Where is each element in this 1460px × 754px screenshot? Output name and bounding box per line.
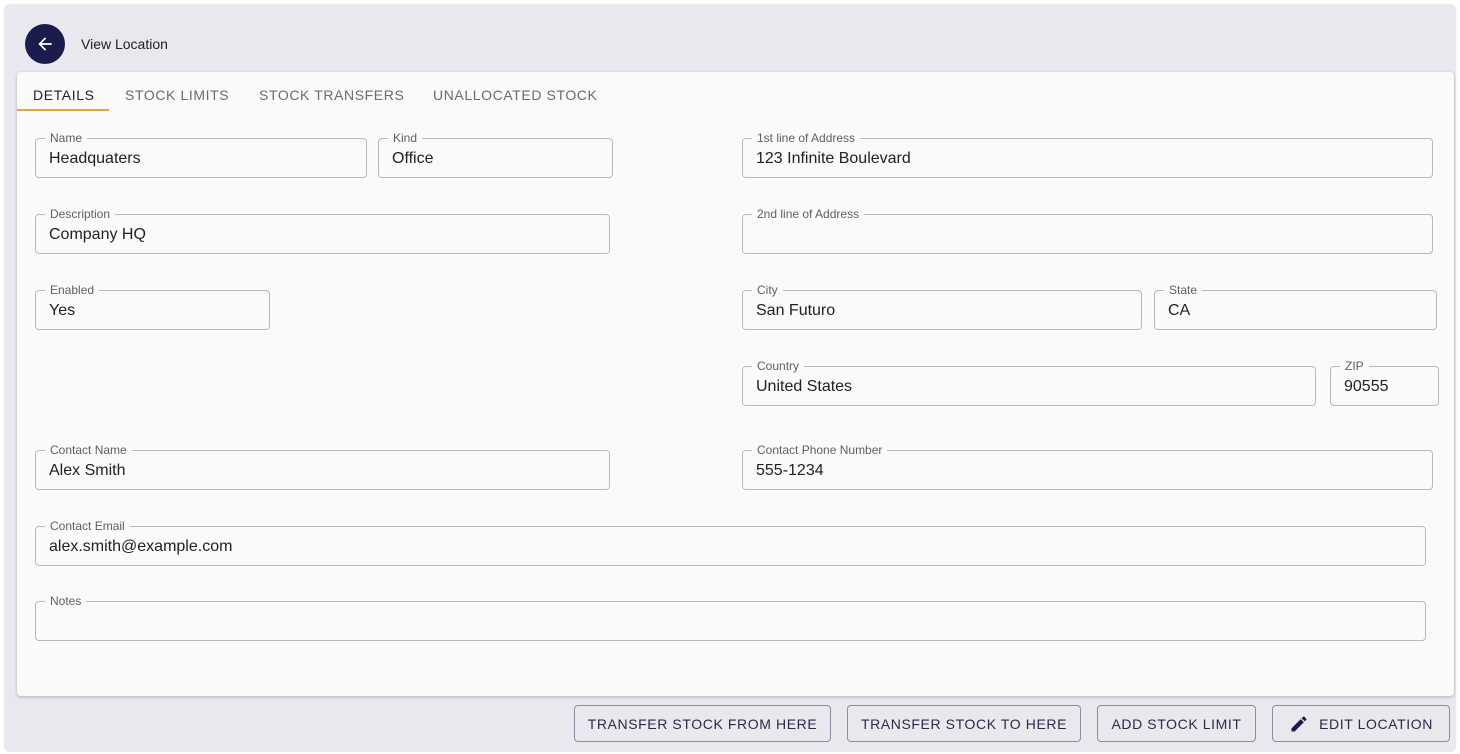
- contact-email-field[interactable]: Contact Email alex.smith@example.com: [35, 519, 1426, 566]
- state-value: CA: [1168, 302, 1191, 319]
- edit-location-label: EDIT LOCATION: [1319, 715, 1433, 732]
- state-label: State: [1164, 283, 1203, 297]
- contact-name-value: Alex Smith: [49, 462, 126, 479]
- name-value: Headquaters: [49, 150, 141, 167]
- transfer-to-label: TRANSFER STOCK TO HERE: [860, 715, 1068, 732]
- country-value: United States: [756, 378, 853, 395]
- city-label: City: [752, 283, 783, 297]
- description-field[interactable]: Description Company HQ: [35, 207, 610, 254]
- state-field[interactable]: State CA: [1154, 283, 1437, 330]
- enabled-field[interactable]: Enabled Yes: [35, 283, 270, 330]
- address-line1-value: 123 Infinite Boulevard: [756, 150, 911, 167]
- city-field[interactable]: City San Futuro: [742, 283, 1142, 330]
- description-value: Company HQ: [49, 226, 146, 243]
- address-line2-label: 2nd line of Address: [752, 207, 865, 221]
- arrow-back-icon: [38, 37, 52, 51]
- description-label: Description: [45, 207, 116, 221]
- active-tab-indicator: [17, 109, 109, 111]
- contact-name-field[interactable]: Contact Name Alex Smith: [35, 443, 610, 490]
- pencil-icon: [1291, 715, 1307, 731]
- name-field[interactable]: Name Headquaters: [35, 131, 367, 178]
- notes-field[interactable]: Notes: [35, 594, 1426, 641]
- contact-email-label: Contact Email: [45, 519, 130, 533]
- add-stock-limit-label: ADD STOCK LIMIT: [1111, 715, 1242, 732]
- transfer-stock-to-here-button[interactable]: TRANSFER STOCK TO HERE: [847, 705, 1081, 742]
- transfer-from-label: TRANSFER STOCK FROM HERE: [587, 715, 818, 732]
- address-line2-field[interactable]: 2nd line of Address: [742, 207, 1433, 254]
- enabled-label: Enabled: [45, 283, 100, 297]
- view-location-page: View Location DETAILS STOCK LIMITS STOCK…: [5, 5, 1455, 751]
- kind-label: Kind: [388, 131, 423, 145]
- details-card: DETAILS STOCK LIMITS STOCK TRANSFERS UNA…: [17, 72, 1454, 696]
- zip-label: ZIP: [1340, 359, 1369, 373]
- transfer-stock-from-here-button[interactable]: TRANSFER STOCK FROM HERE: [574, 705, 831, 742]
- tab-unallocated-stock[interactable]: UNALLOCATED STOCK: [433, 85, 598, 113]
- enabled-value: Yes: [49, 302, 76, 319]
- name-label: Name: [45, 131, 88, 145]
- contact-email-value: alex.smith@example.com: [49, 538, 233, 555]
- kind-value: Office: [392, 150, 434, 167]
- page-title: View Location: [81, 36, 168, 52]
- zip-value: 90555: [1344, 378, 1389, 395]
- contact-phone-field[interactable]: Contact Phone Number 555-1234: [742, 443, 1433, 490]
- address-line1-label: 1st line of Address: [752, 131, 861, 145]
- edit-location-button[interactable]: EDIT LOCATION: [1272, 705, 1450, 742]
- contact-name-label: Contact Name: [45, 443, 132, 457]
- tab-stock-transfers[interactable]: STOCK TRANSFERS: [259, 85, 404, 113]
- contact-phone-label: Contact Phone Number: [752, 443, 888, 457]
- country-field[interactable]: Country United States: [742, 359, 1316, 406]
- city-value: San Futuro: [756, 302, 836, 319]
- address-line1-field[interactable]: 1st line of Address 123 Infinite Bouleva…: [742, 131, 1433, 178]
- add-stock-limit-button[interactable]: ADD STOCK LIMIT: [1097, 705, 1256, 742]
- country-label: Country: [752, 359, 805, 373]
- kind-field[interactable]: Kind Office: [378, 131, 613, 178]
- zip-field[interactable]: ZIP 90555: [1330, 359, 1439, 406]
- contact-phone-value: 555-1234: [756, 462, 824, 479]
- tab-stock-limits[interactable]: STOCK LIMITS: [125, 85, 229, 113]
- back-button[interactable]: [25, 24, 65, 64]
- notes-label: Notes: [45, 594, 87, 608]
